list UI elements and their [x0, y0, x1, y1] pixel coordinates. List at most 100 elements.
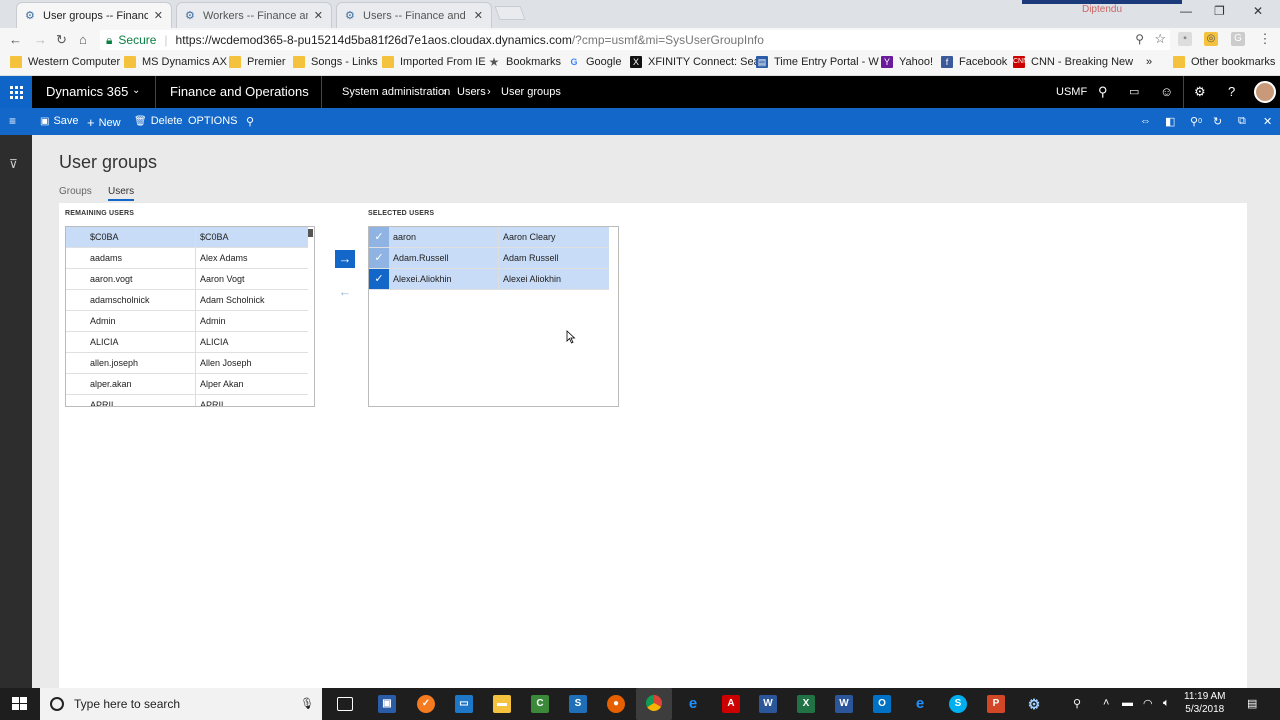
table-row[interactable]: alper.akan Alper Akan [66, 374, 308, 395]
minimize-icon[interactable]: — [1180, 4, 1192, 18]
app-icon[interactable]: C [531, 695, 549, 713]
close-icon[interactable]: ✕ [154, 9, 163, 22]
table-row[interactable]: ✓ Adam.Russell Adam Russell [369, 248, 609, 269]
chevron-down-icon[interactable]: ⌄ [132, 85, 140, 96]
powerpoint-icon[interactable]: P [987, 695, 1005, 713]
task-view-icon[interactable] [337, 697, 353, 711]
volume-icon[interactable]: 🔈︎ [1163, 697, 1170, 710]
internet-explorer-icon[interactable]: e [911, 695, 929, 713]
browser-tab-workers[interactable]: ⚙ Workers -- Finance and ( ✕ [176, 2, 332, 28]
table-row[interactable]: APRIL APRIL [66, 395, 308, 406]
word-icon[interactable]: W [759, 695, 777, 713]
bookmark-item[interactable]: f Facebook [941, 56, 1007, 68]
menu-icon[interactable]: ⋮ [1258, 32, 1272, 46]
open-new-window-icon[interactable]: ⧉ [1238, 115, 1246, 128]
save-button[interactable]: ▣ Save [40, 115, 79, 127]
checkbox[interactable]: ✓ [369, 248, 389, 268]
refresh-icon[interactable]: ↻ [1213, 115, 1222, 128]
window-close-icon[interactable]: ✕ [1253, 4, 1263, 18]
more-bookmarks-button[interactable]: » [1146, 56, 1152, 68]
other-bookmarks[interactable]: Other bookmarks [1173, 56, 1275, 68]
skype-icon[interactable]: S [949, 695, 967, 713]
avatar[interactable] [1254, 81, 1276, 103]
product-name[interactable]: Dynamics 365 [46, 84, 128, 99]
taskbar-search-box[interactable]: Type here to search 🎙︎ [40, 688, 322, 720]
link-icon[interactable]: ⇔ [1140, 115, 1151, 127]
breadcrumb-user-groups[interactable]: User groups [501, 86, 561, 98]
chevron-up-icon[interactable]: ˄ [1103, 697, 1109, 709]
bookmark-item[interactable]: CNN CNN - Breaking New [1013, 56, 1133, 68]
close-icon[interactable]: ✕ [314, 9, 323, 22]
search-icon[interactable]: ⚲ [246, 115, 254, 128]
bookmark-item[interactable]: Y Yahoo! [881, 56, 933, 68]
new-button[interactable]: + New [87, 115, 121, 130]
bookmark-item[interactable]: Premier [229, 56, 286, 68]
outlook-icon[interactable]: O [873, 695, 891, 713]
table-row[interactable]: aaron.vogt Aaron Vogt [66, 269, 308, 290]
acrobat-icon[interactable]: A [722, 695, 740, 713]
company-picker[interactable]: USMF [1056, 86, 1087, 98]
filter-icon[interactable]: ⊽ [9, 157, 18, 171]
microphone-icon[interactable]: 🎙︎ [300, 697, 314, 710]
checkbox[interactable]: ✓ [369, 269, 389, 289]
breadcrumb-users[interactable]: Users [457, 86, 486, 98]
browser-tab-users[interactable]: ⚙ Users -- Finance and Op ✕ [336, 2, 492, 28]
d365-app-icon[interactable]: ⚙ [1025, 695, 1043, 713]
bookmark-item[interactable]: Western Computer [10, 56, 120, 68]
bookmark-item[interactable]: X XFINITY Connect: Sea [630, 56, 760, 68]
table-row[interactable]: $C0BA $C0BA [66, 227, 308, 248]
remaining-users-grid[interactable]: $C0BA $C0BA aadams Alex Adams aaron.vogt… [65, 226, 315, 407]
table-row[interactable]: allen.joseph Allen Joseph [66, 353, 308, 374]
attach-icon[interactable]: ⚲ 0 [1190, 115, 1202, 128]
delete-button[interactable]: 🗑︎ Delete [134, 115, 183, 127]
gear-icon[interactable]: ⚙ [1194, 84, 1206, 100]
edge-icon[interactable]: e [684, 695, 702, 713]
selected-users-grid[interactable]: ✓ aaron Aaron Cleary ✓ Adam.Russell Adam… [368, 226, 619, 407]
browser-tab-user-groups[interactable]: ⚙ User groups -- Finance a ✕ [16, 2, 172, 28]
bookmark-item[interactable]: MS Dynamics AX [124, 56, 227, 68]
module-name[interactable]: Finance and Operations [170, 84, 309, 99]
table-row[interactable]: Admin Admin [66, 311, 308, 332]
table-row[interactable]: ✓ Alexei.Aliokhin Alexei Aliokhin [369, 269, 609, 290]
app-icon[interactable]: ✓ [417, 695, 435, 713]
extension-icon[interactable]: ▪ [1178, 32, 1192, 46]
bookmark-item[interactable]: ▤ Time Entry Portal - W [756, 56, 879, 68]
extension-icon[interactable]: ◎ [1204, 32, 1218, 46]
extension-icon[interactable]: G [1231, 32, 1245, 46]
bookmark-star-icon[interactable]: ☆ [1154, 31, 1166, 47]
tab-users[interactable]: Users [108, 186, 135, 201]
bookmark-item[interactable]: G Google [568, 56, 621, 68]
new-tab-button[interactable] [494, 6, 526, 20]
help-icon[interactable]: ? [1228, 84, 1235, 99]
table-row[interactable]: ALICIA ALICIA [66, 332, 308, 353]
table-row[interactable]: aadams Alex Adams [66, 248, 308, 269]
battery-icon[interactable]: ▬ [1122, 697, 1133, 709]
table-row[interactable]: adamscholnick Adam Scholnick [66, 290, 308, 311]
feedback-smile-icon[interactable]: ☺ [1160, 84, 1173, 99]
search-icon[interactable]: ⚲ [1098, 84, 1108, 100]
windows-start-icon[interactable] [12, 697, 28, 711]
message-icon[interactable]: ▭ [1129, 85, 1139, 98]
remove-user-button[interactable]: ← [335, 283, 355, 301]
bookmark-item[interactable]: Imported From IE [382, 56, 486, 68]
breadcrumb-system-administration[interactable]: System administration [342, 86, 450, 98]
checkbox[interactable]: ✓ [369, 227, 389, 247]
app-icon[interactable]: S [569, 695, 587, 713]
chrome-icon[interactable] [636, 688, 672, 720]
notifications-icon[interactable]: ▤ [1247, 697, 1257, 710]
bookmark-item[interactable]: ★ Bookmarks [488, 56, 561, 68]
tab-groups[interactable]: Groups [59, 186, 92, 197]
table-row[interactable]: ✓ aaron Aaron Cleary [369, 227, 609, 248]
scrollbar[interactable] [308, 229, 313, 237]
file-explorer-icon[interactable]: ▬ [493, 695, 511, 713]
app-launcher-icon[interactable] [0, 76, 32, 108]
hamburger-icon[interactable]: ≡ [9, 114, 16, 128]
app-icon[interactable]: ▭ [455, 695, 473, 713]
forward-icon[interactable]: → [34, 32, 47, 47]
word-icon[interactable]: W [835, 695, 853, 713]
reload-icon[interactable]: ↻ [56, 32, 67, 48]
home-icon[interactable]: ⌂ [79, 32, 87, 47]
options-button[interactable]: OPTIONS [188, 115, 238, 127]
excel-icon[interactable]: X [797, 695, 815, 713]
firefox-icon[interactable]: ● [607, 695, 625, 713]
